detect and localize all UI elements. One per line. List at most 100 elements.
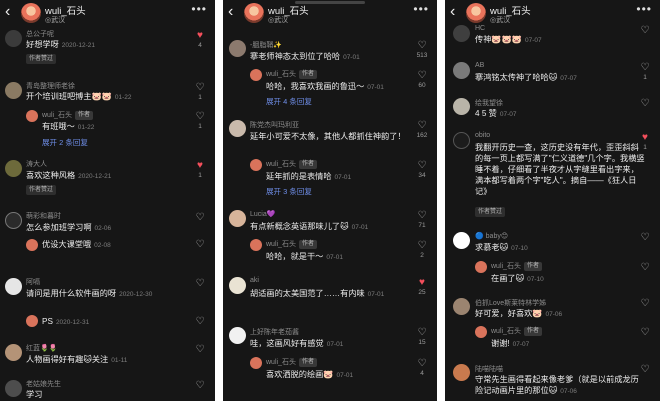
- author-avatar[interactable]: [244, 3, 264, 23]
- heart-outline-icon[interactable]: ♡: [415, 161, 429, 171]
- reply-text: 哈哈，就是干～ 07-01: [266, 252, 343, 261]
- more-ellipsis-icon[interactable]: •••: [413, 2, 429, 16]
- avatar[interactable]: [5, 160, 22, 177]
- heart-outline-icon[interactable]: ♡: [193, 112, 207, 122]
- avatar[interactable]: [5, 30, 22, 47]
- heart-outline-icon[interactable]: ♡: [638, 26, 652, 36]
- comment-author[interactable]: AB: [475, 62, 484, 69]
- reply-author[interactable]: wuli_石头 作者: [42, 110, 93, 120]
- heart-outline-icon[interactable]: ♡: [638, 365, 652, 375]
- more-ellipsis-icon[interactable]: •••: [636, 2, 652, 16]
- avatar[interactable]: [453, 364, 470, 381]
- heart-filled-icon[interactable]: ♥: [193, 31, 207, 41]
- heart-outline-icon[interactable]: ♡: [415, 241, 429, 251]
- heart-outline-icon[interactable]: ♡: [638, 233, 652, 243]
- comment-author[interactable]: 红蓝🌷🌷: [26, 343, 57, 353]
- author-avatar[interactable]: [250, 69, 262, 81]
- author-avatar[interactable]: [250, 159, 262, 171]
- heart-outline-icon[interactable]: ♡: [415, 211, 429, 221]
- author-avatar[interactable]: [26, 315, 38, 327]
- comment-author[interactable]: 老姑娘先生: [26, 379, 61, 389]
- comment-author[interactable]: Lucia💜: [250, 210, 275, 218]
- heart-outline-icon[interactable]: ♡: [415, 71, 429, 81]
- reply-author[interactable]: wuli_石头 作者: [491, 326, 542, 336]
- heart-outline-icon[interactable]: ♡: [193, 317, 207, 327]
- avatar[interactable]: [5, 344, 22, 361]
- comment-author[interactable]: 🔵 baby😊: [475, 232, 508, 240]
- expand-replies-link[interactable]: 展开 4 条回复: [266, 96, 312, 107]
- heart-outline-icon[interactable]: ♡: [638, 99, 652, 109]
- comment-author[interactable]: 伯抓Love斯莱特林学姊: [475, 298, 546, 308]
- reply-author[interactable]: wuli_石头 作者: [266, 159, 317, 169]
- avatar[interactable]: [229, 40, 246, 57]
- heart-outline-icon[interactable]: ♡: [638, 328, 652, 338]
- heart-filled-icon[interactable]: ♥: [638, 133, 652, 143]
- comment-text: 喜欢这种风格 2020-12-21: [26, 171, 112, 180]
- author-avatar[interactable]: [250, 239, 262, 251]
- author-avatar[interactable]: [26, 110, 38, 122]
- reply-author[interactable]: wuli_石头 作者: [266, 69, 317, 79]
- expand-replies-link[interactable]: 展开 3 条回复: [266, 186, 312, 197]
- author-avatar[interactable]: [26, 239, 38, 251]
- comment-author[interactable]: 上好陈年老茄酱: [250, 327, 299, 337]
- more-ellipsis-icon[interactable]: •••: [191, 2, 207, 16]
- avatar[interactable]: [229, 277, 246, 294]
- heart-filled-icon[interactable]: ♥: [415, 278, 429, 288]
- expand-replies-link[interactable]: 展开 2 条回复: [42, 137, 88, 148]
- avatar[interactable]: [5, 212, 22, 229]
- comment-author[interactable]: 陈党杰叫玛利亚: [250, 120, 299, 130]
- author-avatar[interactable]: [250, 357, 262, 369]
- avatar[interactable]: [5, 278, 22, 295]
- heart-outline-icon[interactable]: ♡: [193, 240, 207, 250]
- comment-author[interactable]: aki: [250, 277, 259, 284]
- avatar[interactable]: [5, 380, 22, 397]
- avatar[interactable]: [229, 210, 246, 227]
- heart-outline-icon[interactable]: ♡: [193, 279, 207, 289]
- comment-author[interactable]: 阿嗝: [26, 277, 40, 287]
- avatar[interactable]: [453, 62, 470, 79]
- heart-outline-icon[interactable]: ♡: [193, 381, 207, 391]
- comment-author[interactable]: -胭脂鞘✨: [250, 40, 282, 50]
- comment-text: 好可爱，好喜欢🐷 07-06: [475, 309, 563, 318]
- comment-author[interactable]: 青岛整理师老徐: [26, 81, 75, 91]
- like-count: 162: [416, 132, 428, 139]
- heart-outline-icon[interactable]: ♡: [415, 41, 429, 51]
- avatar[interactable]: [229, 120, 246, 137]
- reply-author[interactable]: wuli_石头 作者: [491, 261, 542, 271]
- avatar[interactable]: [453, 98, 470, 115]
- avatar[interactable]: [453, 298, 470, 315]
- drag-handle[interactable]: [295, 1, 365, 4]
- back-chevron-icon[interactable]: ‹: [5, 3, 10, 21]
- comment-author[interactable]: 绘我望徐: [475, 98, 503, 108]
- reply-author[interactable]: wuli_石头 作者: [266, 239, 317, 249]
- comment-author[interactable]: 萌彩和暮时: [26, 211, 61, 221]
- heart-outline-icon[interactable]: ♡: [415, 359, 429, 369]
- comment-author[interactable]: 涛大人: [26, 159, 47, 169]
- heart-outline-icon[interactable]: ♡: [638, 263, 652, 273]
- author-avatar[interactable]: [466, 3, 486, 23]
- back-chevron-icon[interactable]: ‹: [450, 3, 455, 21]
- author-tag: 作者: [298, 160, 317, 169]
- comment-author[interactable]: 总公子呢: [26, 29, 54, 39]
- avatar[interactable]: [5, 82, 22, 99]
- heart-outline-icon[interactable]: ♡: [193, 213, 207, 223]
- comment-author[interactable]: 陆喵陆喵: [475, 364, 503, 374]
- back-chevron-icon[interactable]: ‹: [228, 3, 233, 21]
- avatar[interactable]: [453, 25, 470, 42]
- heart-outline-icon[interactable]: ♡: [638, 299, 652, 309]
- heart-outline-icon[interactable]: ♡: [415, 121, 429, 131]
- reply-author[interactable]: wuli_石头 作者: [266, 357, 317, 367]
- avatar[interactable]: [453, 132, 470, 149]
- heart-outline-icon[interactable]: ♡: [193, 83, 207, 93]
- comment-author[interactable]: HC: [475, 25, 485, 32]
- author-avatar[interactable]: [21, 3, 41, 23]
- heart-outline-icon[interactable]: ♡: [415, 328, 429, 338]
- avatar[interactable]: [453, 232, 470, 249]
- comment-author[interactable]: obito: [475, 132, 490, 139]
- author-avatar[interactable]: [475, 326, 487, 338]
- heart-outline-icon[interactable]: ♡: [638, 63, 652, 73]
- heart-filled-icon[interactable]: ♥: [193, 161, 207, 171]
- author-avatar[interactable]: [475, 261, 487, 273]
- avatar[interactable]: [229, 327, 246, 344]
- heart-outline-icon[interactable]: ♡: [193, 345, 207, 355]
